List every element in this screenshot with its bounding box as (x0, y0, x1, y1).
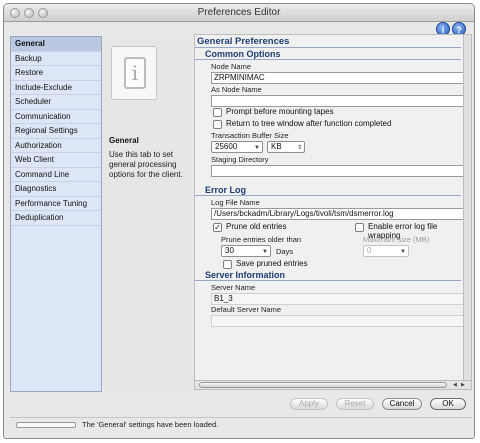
buffer-unit-select[interactable]: KB ⇕ (267, 141, 305, 153)
status-text: The 'General' settings have been loaded. (82, 420, 219, 429)
vertical-scrollbar[interactable] (463, 35, 471, 381)
prune-entries-checkbox[interactable]: ✓ (213, 223, 222, 232)
sidebar-item-authorization[interactable]: Authorization (11, 139, 101, 153)
section-error-log: Error Log (205, 185, 247, 195)
save-pruned-label: Save pruned entries (236, 259, 308, 268)
server-name-label: Server Name (211, 283, 256, 292)
apply-button[interactable]: Apply (290, 398, 328, 410)
log-wrapping-checkbox[interactable] (355, 223, 364, 232)
staging-dir-field[interactable] (211, 165, 465, 177)
category-sidebar: General Backup Restore Include-Exclude S… (10, 36, 102, 392)
sidebar-item-include-exclude[interactable]: Include-Exclude (11, 81, 101, 95)
section-server-information: Server Information (205, 270, 286, 280)
prune-entries-label: Prune old entries (226, 222, 287, 231)
info-icon: i (111, 46, 157, 100)
sidebar-item-label: Scheduler (15, 97, 52, 106)
sidebar-item-regional-settings[interactable]: Regional Settings (11, 124, 101, 139)
cancel-button[interactable]: Cancel (382, 398, 422, 410)
as-node-name-field[interactable] (211, 95, 465, 107)
sidebar-item-communication[interactable]: Communication (11, 110, 101, 124)
sidebar-item-command-line[interactable]: Command Line (11, 168, 101, 182)
server-name-field: B1_3 (211, 293, 465, 305)
stepper-arrows-icon: ⇕ (296, 145, 302, 151)
title-bar: Preferences Editor (4, 4, 474, 22)
max-size-value: 0 (367, 246, 372, 255)
status-bar: The 'General' settings have been loaded. (10, 417, 472, 431)
divider (195, 280, 461, 281)
sidebar-item-performance-tuning[interactable]: Performance Tuning (11, 197, 101, 211)
scroll-right-icon[interactable]: ▶ (461, 382, 465, 388)
sidebar-item-deduplication[interactable]: Deduplication (11, 211, 101, 226)
save-pruned-checkbox[interactable] (223, 260, 232, 269)
prompt-tapes-label: Prompt before mounting tapes (226, 107, 334, 116)
chevron-down-icon: ▼ (254, 145, 260, 151)
node-name-field[interactable]: ZRPMINIMAC (211, 72, 465, 84)
page-title: General Preferences (197, 36, 290, 47)
scroll-left-icon[interactable]: ◀ (453, 382, 457, 388)
preferences-window: Preferences Editor i ? General Backup Re… (3, 3, 475, 439)
divider (195, 195, 461, 196)
return-tree-label: Return to tree window after function com… (226, 119, 392, 128)
sidebar-item-label: Diagnostics (15, 184, 57, 193)
chevron-down-icon: ▼ (400, 249, 406, 255)
max-size-select: 0 ▼ (363, 245, 409, 257)
chevron-down-icon: ▼ (262, 249, 268, 255)
default-server-field (211, 315, 465, 327)
prompt-tapes-checkbox[interactable] (213, 108, 222, 117)
description-text: Use this tab to set general processing o… (109, 150, 183, 179)
node-name-label: Node Name (211, 62, 252, 71)
description-title: General (109, 136, 139, 145)
sidebar-item-label: Command Line (15, 169, 70, 179)
sidebar-item-backup[interactable]: Backup (11, 52, 101, 66)
sidebar-item-label: Web Client (15, 155, 54, 164)
staging-dir-label: Staging Directory (211, 155, 269, 164)
sidebar-item-label: Include-Exclude (15, 82, 72, 92)
buffer-size-value: 25600 (215, 142, 238, 151)
sidebar-item-web-client[interactable]: Web Client (11, 153, 101, 168)
sidebar-item-restore[interactable]: Restore (11, 66, 101, 81)
divider (195, 47, 461, 48)
sidebar-item-label: Performance Tuning (15, 198, 88, 208)
progress-bar (16, 422, 76, 428)
return-tree-checkbox[interactable] (213, 120, 222, 129)
sidebar-item-diagnostics[interactable]: Diagnostics (11, 182, 101, 197)
log-file-name-label: Log File Name (211, 198, 260, 207)
description-panel: i General Use this tab to set general pr… (104, 36, 193, 392)
reset-button[interactable]: Reset (336, 398, 374, 410)
sidebar-item-label: Communication (15, 111, 71, 121)
horizontal-scrollbar[interactable]: ◀ ▶ (195, 380, 471, 389)
sidebar-item-label: General (15, 39, 45, 48)
prune-days-value: 30 (225, 246, 234, 255)
sidebar-item-label: Authorization (15, 140, 62, 150)
ok-button[interactable]: OK (430, 398, 466, 410)
sidebar-item-scheduler[interactable]: Scheduler (11, 95, 101, 110)
buffer-size-label: Transaction Buffer Size (211, 131, 289, 140)
as-node-name-label: As Node Name (211, 85, 262, 94)
sidebar-item-label: Restore (15, 68, 44, 77)
default-server-label: Default Server Name (211, 305, 282, 314)
section-common-options: Common Options (205, 49, 281, 59)
settings-form: General Preferences Common Options Node … (194, 34, 472, 390)
divider (195, 59, 461, 60)
prune-days-select[interactable]: 30 ▼ (221, 245, 271, 257)
window-title: Preferences Editor (197, 7, 281, 18)
sidebar-item-label: Backup (15, 53, 42, 63)
max-size-label: Maximum size (MB) (363, 235, 430, 244)
days-unit-label: Days (276, 247, 294, 256)
scroll-thumb[interactable] (199, 382, 447, 388)
buffer-size-select[interactable]: 25600 ▼ (211, 141, 263, 153)
sidebar-item-label: Deduplication (15, 213, 64, 222)
sidebar-item-general[interactable]: General (11, 37, 101, 52)
sidebar-item-label: Regional Settings (15, 126, 78, 135)
buffer-unit-value: KB (271, 142, 282, 151)
prune-older-label: Prune entries older than (221, 235, 302, 244)
log-file-name-field[interactable]: /Users/bckadm/Library/Logs/tivoli/tsm/ds… (211, 208, 465, 220)
